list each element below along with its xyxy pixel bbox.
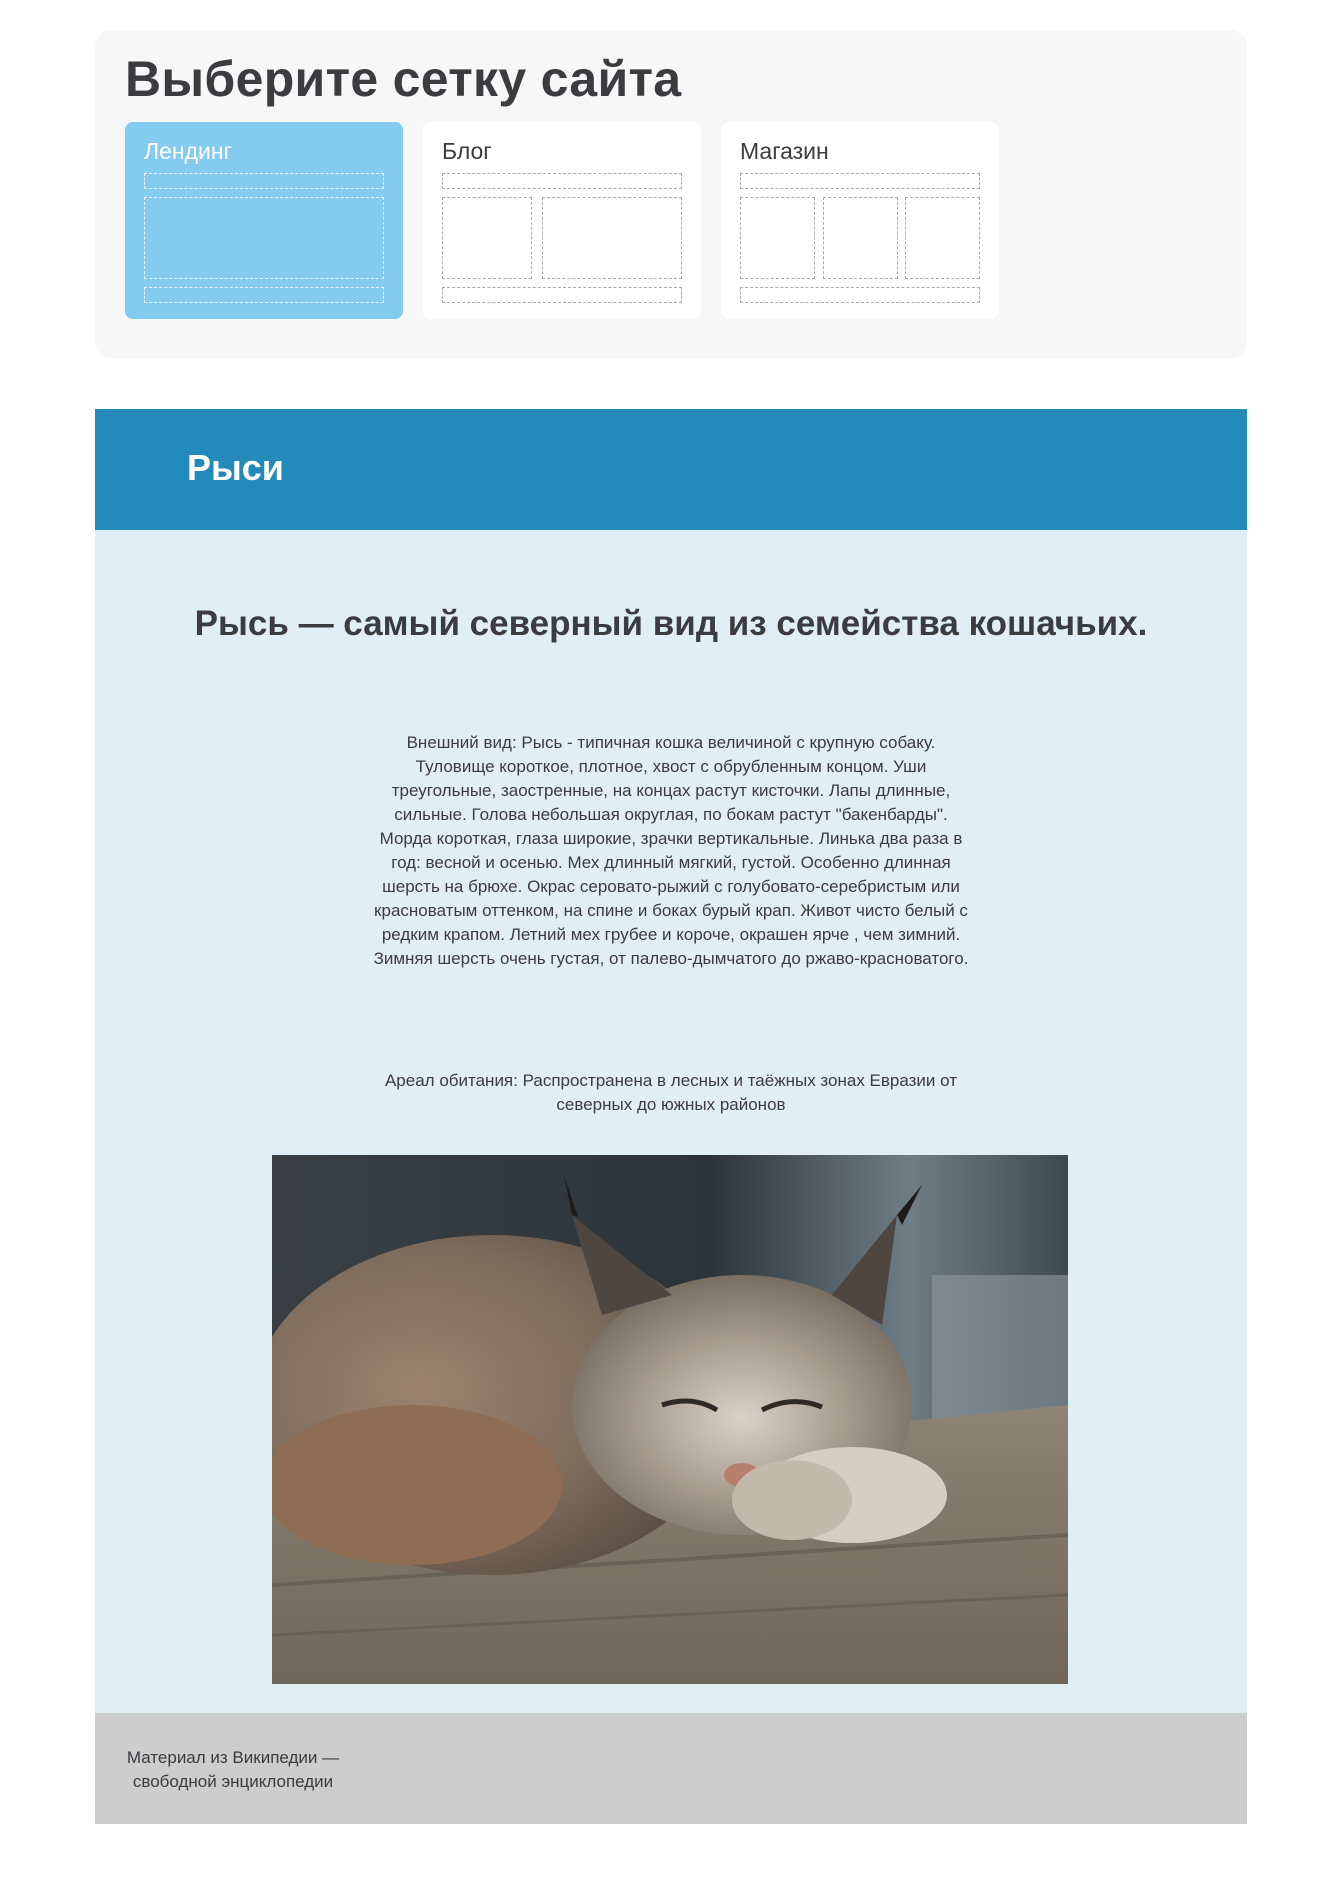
habitat-paragraph: Ареал обитания: Распространена в лесных …: [384, 1071, 958, 1114]
site-title: Рыси: [187, 447, 284, 488]
layout-option-blog[interactable]: Блог: [423, 122, 701, 319]
layout-picker: Выберите сетку сайта Лендинг Блог Магази…: [95, 30, 1247, 358]
lynx-photo: [272, 1155, 1068, 1684]
layout-option-label: Магазин: [740, 138, 829, 164]
layout-option-landing[interactable]: Лендинг: [125, 122, 403, 319]
wireframe-footer-block: [442, 287, 682, 303]
wireframe-column-block: [823, 197, 898, 279]
layout-option-label: Блог: [442, 138, 492, 164]
wireframe-column-block: [740, 197, 815, 279]
article-content: Рысь — самый северный вид из семейства к…: [95, 530, 1247, 1713]
picker-title: Выберите сетку сайта: [125, 51, 682, 107]
site-footer: Материал из Википедии — свободной энцикл…: [95, 1713, 1247, 1824]
layout-option-label: Лендинг: [144, 138, 232, 164]
appearance-paragraph: Внешний вид: Рысь - типичная кошка велич…: [373, 733, 969, 968]
footer-source-text: Материал из Википедии — свободной энцикл…: [126, 1748, 340, 1791]
wireframe-column-block: [905, 197, 980, 279]
wireframe-main-block: [144, 197, 384, 279]
layout-option-shop[interactable]: Магазин: [721, 122, 999, 319]
site-header: Рыси: [95, 409, 1247, 530]
wireframe-footer-block: [740, 287, 980, 303]
wireframe-header-block: [442, 173, 682, 189]
wireframe-footer-block: [144, 287, 384, 303]
wireframe-header-block: [740, 173, 980, 189]
article-headline: Рысь — самый северный вид из семейства к…: [194, 604, 1148, 643]
wireframe-main-block: [542, 197, 682, 279]
wireframe-header-block: [144, 173, 384, 189]
wireframe-sidebar-block: [442, 197, 532, 279]
